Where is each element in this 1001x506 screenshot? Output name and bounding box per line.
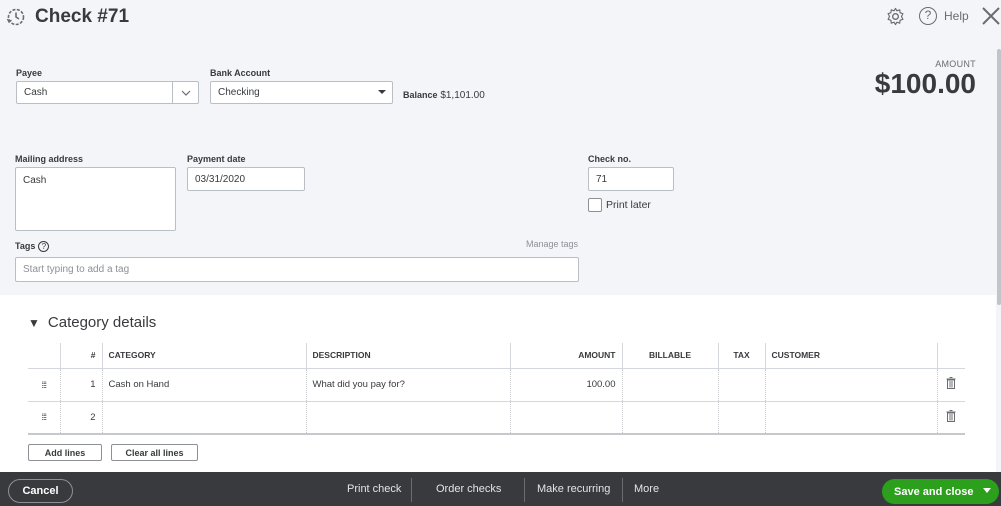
save-and-close-label: Save and close [894,485,974,498]
delete-column-header [936,343,965,369]
page-title: Check #71 [35,6,130,27]
help-icon[interactable]: ? [38,241,50,253]
description-cell[interactable]: What did you pay for? [305,368,510,402]
check-no-value: 71 [596,173,608,185]
help-link[interactable]: Help [944,9,969,23]
tax-cell[interactable] [717,368,765,402]
column-header-billable: BILLABLE [621,343,718,369]
footer-divider [411,478,412,502]
print-later-checkbox[interactable] [588,198,602,212]
payment-date-input[interactable]: 03/31/2020 [187,167,305,191]
footer-bar: Cancel Print check Order checks Make rec… [0,472,1001,506]
drag-handle-icon[interactable]: ⁞⁞⁞ [28,368,60,402]
payee-select[interactable]: Cash [16,81,199,104]
more-link[interactable]: More [634,483,659,495]
save-and-close-button[interactable]: Save and close [882,479,999,504]
balance-display: Balance $1,101.00 [403,90,485,101]
category-cell[interactable] [101,401,306,435]
vertical-scrollbar[interactable] [997,49,1001,305]
caret-down-icon[interactable] [983,488,991,493]
category-details-section: ▼ Category details # CATEGORY DESCRIPTION… [0,295,996,472]
order-checks-link[interactable]: Order checks [436,483,501,495]
category-table: # CATEGORY DESCRIPTION AMOUNT BILLABLE T… [28,343,965,435]
row-number: 1 [59,368,102,402]
billable-cell[interactable] [621,401,718,435]
category-details-title: Category details [47,314,157,331]
drag-column-header [28,343,60,369]
collapse-triangle-icon: ▼ [28,316,40,330]
bank-account-value: Checking [218,87,260,98]
cancel-button[interactable]: Cancel [8,479,73,503]
check-header-area: Check #71 ? Help AMOUNT $100.00 Payee Ca… [0,0,1001,295]
customer-cell[interactable] [764,401,937,435]
table-row[interactable]: ⁞⁞⁞ 2 [28,401,965,435]
tags-label: Tags [15,241,36,251]
tax-cell[interactable] [717,401,765,435]
table-row[interactable]: ⁞⁞⁞ 1 Cash on Hand What did you pay for?… [28,368,965,402]
billable-cell[interactable] [621,368,718,402]
tags-placeholder: Start typing to add a tag [23,264,130,275]
trash-icon[interactable] [936,368,965,402]
payee-label: Payee [16,68,43,78]
description-cell[interactable] [305,401,510,435]
caret-down-icon[interactable] [372,82,392,103]
check-no-label: Check no. [588,154,632,164]
print-check-link[interactable]: Print check [347,483,401,495]
tags-input[interactable]: Start typing to add a tag [15,257,579,282]
trash-icon[interactable] [936,401,965,435]
add-lines-button[interactable]: Add lines [28,444,102,461]
manage-tags-link[interactable]: Manage tags [526,239,578,249]
gear-icon[interactable] [886,7,905,26]
mailing-address-textarea[interactable]: Cash [15,167,176,231]
balance-value: $1,101.00 [440,90,485,101]
column-header-tax: TAX [717,343,765,369]
balance-label: Balance [403,90,438,100]
table-header-row: # CATEGORY DESCRIPTION AMOUNT BILLABLE T… [28,343,965,369]
customer-cell[interactable] [764,368,937,402]
row-number: 2 [59,401,102,435]
mailing-address-value: Cash [23,175,47,186]
payee-value: Cash [24,87,48,98]
print-later-label[interactable]: Print later [606,199,651,211]
amount-total: $100.00 [874,68,976,99]
tags-label-group: Tags? [15,241,50,253]
category-cell[interactable]: Cash on Hand [101,368,306,402]
make-recurring-link[interactable]: Make recurring [537,483,610,495]
bank-account-label: Bank Account [210,68,271,78]
close-icon[interactable] [981,5,1001,27]
recent-transactions-icon[interactable] [6,7,26,27]
column-header-customer: CUSTOMER [764,343,937,369]
footer-divider [524,478,525,502]
help-icon[interactable]: ? [919,7,937,25]
amount-cell[interactable] [509,401,622,435]
mailing-address-label: Mailing address [15,154,84,164]
drag-handle-icon[interactable]: ⁞⁞⁞ [28,401,60,435]
amount-cell[interactable]: 100.00 [509,368,622,402]
column-header-description: DESCRIPTION [305,343,510,369]
payment-date-label: Payment date [187,154,246,164]
check-no-input[interactable]: 71 [588,167,674,191]
column-header-number: # [59,343,102,369]
category-details-toggle[interactable]: ▼ Category details [28,314,156,331]
footer-divider [622,478,623,502]
chevron-down-icon[interactable] [172,82,198,103]
payment-date-value: 03/31/2020 [195,173,246,185]
clear-all-lines-button[interactable]: Clear all lines [111,444,198,461]
column-header-category: CATEGORY [101,343,306,369]
bank-account-select[interactable]: Checking [210,81,393,104]
column-header-amount: AMOUNT [509,343,622,369]
